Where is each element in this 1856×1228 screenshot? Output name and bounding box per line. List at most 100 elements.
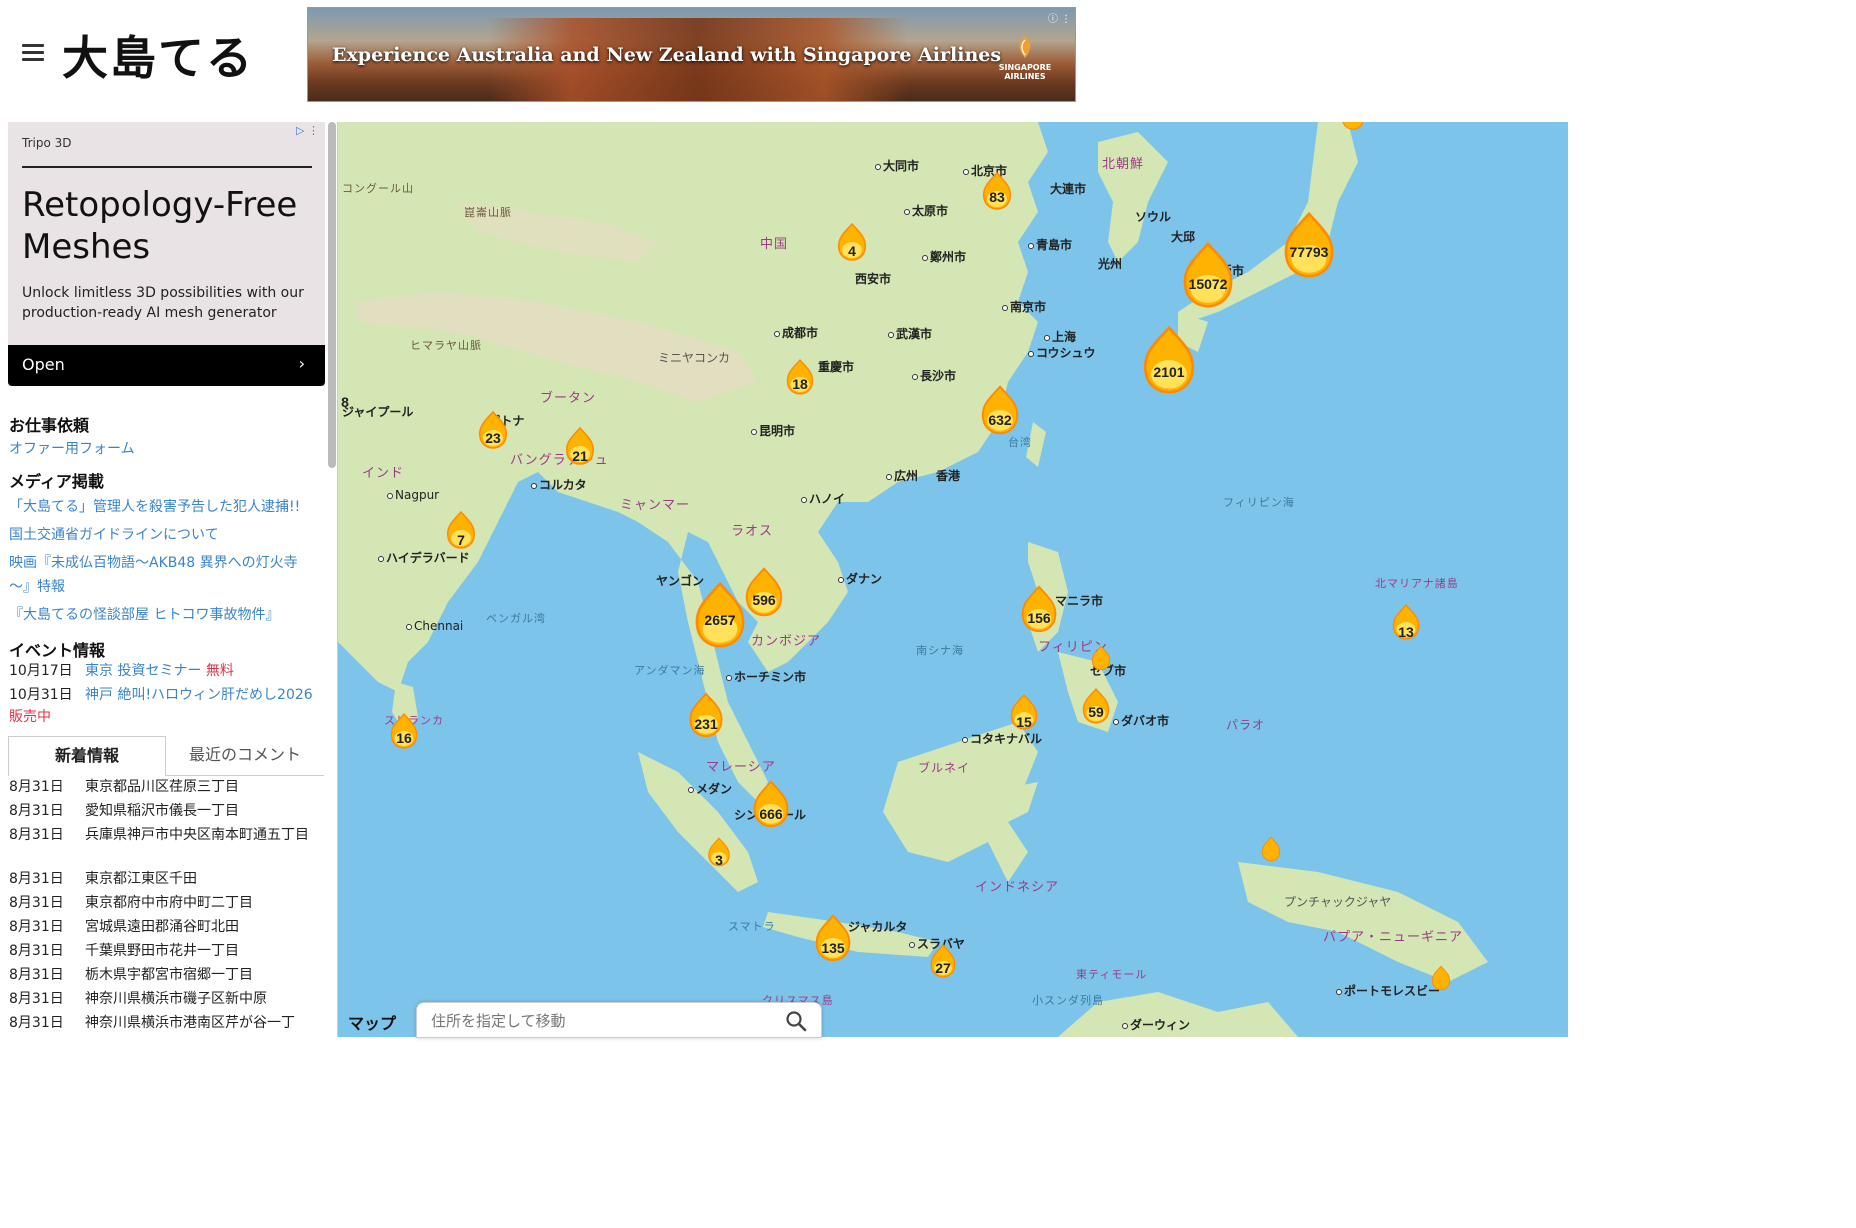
map-label: 東ティモール — [1076, 968, 1148, 981]
map-label: 上海 — [1044, 328, 1076, 345]
maps-attribution-text: マップ — [348, 1014, 397, 1033]
sidebar-scrollbar[interactable] — [328, 122, 336, 468]
media-link-3-cont[interactable]: 〜』特報 — [9, 576, 65, 596]
incident-marker[interactable]: 2657 — [688, 582, 752, 648]
incident-marker[interactable]: 27 — [928, 942, 958, 980]
map-label: ベンガル湾 — [486, 612, 546, 625]
news-item[interactable]: 8月31日 千葉県野田市花井一丁目 — [9, 940, 325, 962]
offer-form-link[interactable]: オファー用フォーム — [9, 438, 135, 458]
sidebar-ad-open-button[interactable]: Open › — [8, 345, 325, 386]
event-link[interactable]: 東京 投資セミナー — [85, 663, 201, 679]
map-label: ジャカルタ — [848, 920, 908, 934]
news-date: 8月31日 — [9, 1015, 64, 1031]
news-item[interactable]: 8月31日 東京都府中市府中町二丁目 — [9, 892, 325, 914]
marker-count: 15 — [1016, 714, 1032, 730]
incident-marker[interactable]: 8 — [338, 384, 352, 418]
banner-ad[interactable]: Experience Australia and New Zealand wit… — [307, 7, 1076, 102]
news-text: 東京都府中市府中町二丁目 — [85, 895, 253, 911]
news-item[interactable]: 8月31日 東京都江東区千田 — [9, 868, 325, 890]
incident-marker[interactable]: 23 — [476, 410, 510, 450]
incident-marker[interactable]: 13 — [1390, 598, 1422, 646]
map-label: スマトラ — [728, 920, 776, 933]
event-link[interactable]: 神戸 絶叫!ハロウィン肝だめし2026 — [85, 687, 313, 703]
ad-info-icon[interactable]: ⓘ ⋮ — [1048, 10, 1071, 25]
news-text: 宮城県遠田郡涌谷町北田 — [85, 919, 239, 935]
marker-count: 27 — [935, 960, 951, 976]
news-item[interactable]: 8月31日 宮城県遠田郡涌谷町北田 — [9, 916, 325, 938]
news-date: 8月31日 — [9, 919, 64, 935]
map-label: 太原市 — [904, 202, 948, 219]
incident-marker[interactable]: 15072 — [1174, 242, 1242, 308]
map-label: 広州 — [886, 467, 918, 484]
map-label: ポートモレスビー — [1336, 982, 1440, 999]
incident-marker[interactable]: 15 — [1008, 690, 1040, 734]
incident-marker[interactable]: 18 — [784, 358, 816, 396]
map-label: 鄭州市 — [922, 248, 966, 265]
map-label: コングール山 — [342, 182, 414, 195]
incident-marker[interactable]: 59 — [1080, 686, 1112, 726]
incident-marker[interactable]: 7 — [444, 508, 478, 552]
map-label: コルカタ — [531, 476, 587, 493]
map-label: Nagpur — [387, 488, 439, 502]
event-tag: 無料 — [205, 663, 234, 679]
map-view[interactable]: 大同市 北京市 大連市 北朝鮮 太原市 ソウル 大邱 光州 中国 鄭州市 青島市… — [338, 122, 1568, 1037]
incident-marker[interactable]: 2101 — [1138, 326, 1200, 394]
marker-count: 77793 — [1289, 244, 1329, 260]
news-item[interactable]: 8月31日 愛知県稲沢市儀長一丁目 — [9, 800, 325, 822]
news-item[interactable]: 8月31日 栃木県宇都宮市宿郷一丁目 — [9, 964, 325, 986]
incident-marker[interactable] — [1260, 834, 1282, 864]
news-date: 8月31日 — [9, 895, 64, 911]
map-label: 大連市 — [1050, 182, 1087, 196]
incident-marker[interactable] — [1328, 122, 1378, 130]
media-link-2[interactable]: 国土交通省ガイドラインについて — [9, 524, 219, 544]
apple-maps-attribution[interactable]: マップ — [348, 1010, 396, 1034]
event-date: 10月31日 — [9, 687, 73, 703]
incident-marker[interactable]: 666 — [750, 778, 792, 830]
marker-count: 21 — [572, 448, 588, 464]
incident-marker[interactable]: 632 — [978, 384, 1022, 436]
incident-marker[interactable]: 135 — [812, 912, 854, 964]
marker-count: 135 — [821, 940, 845, 956]
incident-marker[interactable]: 83 — [980, 172, 1014, 210]
news-item[interactable]: 8月31日 東京都品川区荏原三丁目 — [9, 776, 325, 798]
search-icon[interactable] — [785, 1010, 807, 1032]
tab-comments[interactable]: 最近のコメント — [166, 736, 324, 776]
incident-marker[interactable]: 231 — [686, 690, 726, 740]
ad-choices-icon[interactable]: ▷ ⋮ — [296, 124, 319, 137]
chevron-right-icon: › — [298, 354, 305, 373]
incident-marker[interactable]: 16 — [388, 712, 420, 750]
map-label: ブータン — [540, 391, 597, 406]
news-item[interactable]: 8月31日 神奈川県横浜市港南区芹が谷一丁 — [9, 1012, 325, 1034]
media-link-4[interactable]: 『大島てるの怪談部屋 ヒトコワ事故物件』 — [9, 604, 279, 624]
tab-news[interactable]: 新着情報 — [8, 736, 166, 776]
address-search[interactable] — [416, 1002, 822, 1038]
menu-icon[interactable] — [22, 44, 44, 62]
incident-marker[interactable]: 21 — [563, 424, 597, 468]
news-item[interactable]: 8月31日 神奈川県横浜市磯子区新中原 — [9, 988, 325, 1010]
map-label: ラオス — [731, 524, 774, 539]
incident-marker[interactable]: 77793 — [1274, 212, 1344, 278]
marker-count: 13 — [1398, 624, 1414, 640]
incident-marker[interactable]: 3 — [706, 834, 732, 870]
map-label: ホーチミン市 — [726, 668, 806, 685]
sidebar: ▷ ⋮ Tripo 3D Retopology-Free Meshes Unlo… — [0, 122, 338, 1037]
media-link-1[interactable]: 「大島てる」管理人を殺害予告した犯人逮捕!! — [9, 496, 300, 516]
sidebar-ad[interactable]: ▷ ⋮ Tripo 3D Retopology-Free Meshes Unlo… — [8, 122, 325, 386]
incident-marker[interactable]: 156 — [1018, 584, 1060, 634]
address-search-input[interactable] — [431, 1009, 781, 1033]
incident-marker[interactable] — [1090, 644, 1112, 672]
incident-marker[interactable] — [1430, 964, 1452, 992]
media-link-3[interactable]: 映画『未成仏百物語〜AKB48 異界への灯火寺 — [9, 552, 298, 572]
brand-line-1: SINGAPORE — [998, 63, 1052, 72]
map-label: プンチャックジャヤ — [1284, 895, 1392, 909]
news-date: 8月31日 — [9, 779, 64, 795]
map-label: パプア・ニューギニア — [1323, 930, 1464, 945]
news-item[interactable]: 8月31日 兵庫県神戸市中央区南本町通五丁目 — [9, 824, 325, 846]
event-section-title: イベント情報 — [9, 641, 106, 660]
incident-marker[interactable]: 4 — [835, 222, 869, 262]
site-logo[interactable]: 大島てる — [62, 22, 254, 88]
map-label: コウシュウ — [1028, 344, 1096, 361]
map-label: 北朝鮮 — [1102, 157, 1145, 172]
news-text: 兵庫県神戸市中央区南本町通五丁目 — [85, 827, 309, 843]
map-label: 西安市 — [855, 272, 892, 286]
